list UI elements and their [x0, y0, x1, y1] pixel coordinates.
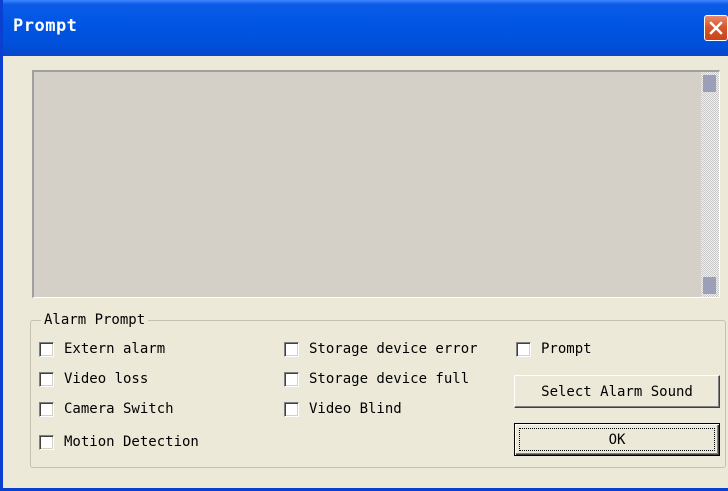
prompt-checkbox[interactable]	[516, 341, 531, 357]
select-alarm-sound-label: Select Alarm Sound	[541, 383, 693, 400]
checkbox-video-loss[interactable]: Video loss	[39, 371, 148, 387]
scroll-down-thumb[interactable]	[703, 277, 716, 294]
scroll-up-thumb[interactable]	[703, 75, 716, 92]
video-blind-checkbox[interactable]	[284, 401, 299, 417]
video-loss-label: Video loss	[64, 371, 149, 387]
alarm-prompt-group-label: Alarm Prompt	[41, 312, 149, 328]
checkbox-prompt[interactable]: Prompt	[516, 341, 592, 357]
select-alarm-sound-button[interactable]: Select Alarm Sound	[514, 375, 720, 408]
motion-detection-label: Motion Detection	[64, 434, 199, 450]
extern-alarm-checkbox[interactable]	[39, 341, 54, 357]
storage-device-full-checkbox[interactable]	[284, 371, 299, 387]
storage-device-full-label: Storage device full	[309, 371, 470, 387]
checkbox-video-blind[interactable]: Video Blind	[284, 401, 402, 417]
checkbox-storage-device-error[interactable]: Storage device error	[284, 341, 478, 357]
checkbox-extern-alarm[interactable]: Extern alarm	[39, 341, 165, 357]
ok-label: OK	[608, 431, 626, 448]
camera-switch-label: Camera Switch	[64, 401, 174, 417]
video-loss-checkbox[interactable]	[39, 371, 54, 387]
close-button[interactable]	[704, 15, 728, 41]
prompt-label: Prompt	[541, 341, 592, 357]
checkbox-storage-device-full[interactable]: Storage device full	[284, 371, 469, 387]
camera-switch-checkbox[interactable]	[39, 401, 54, 417]
ok-button[interactable]: OK	[514, 423, 720, 456]
checkbox-camera-switch[interactable]: Camera Switch	[39, 401, 174, 417]
close-icon	[709, 21, 723, 35]
title-bar[interactable]: Prompt	[3, 0, 728, 56]
storage-device-error-label: Storage device error	[309, 341, 478, 357]
prompt-dialog: Prompt Alarm Prompt Extern alarm Video l…	[0, 0, 728, 491]
window-title: Prompt	[13, 16, 78, 36]
video-blind-label: Video Blind	[309, 401, 402, 417]
motion-detection-checkbox[interactable]	[39, 434, 54, 450]
extern-alarm-label: Extern alarm	[64, 341, 166, 357]
alarm-log-list[interactable]	[32, 70, 720, 298]
storage-device-error-checkbox[interactable]	[284, 341, 299, 357]
vertical-scrollbar[interactable]	[701, 72, 719, 297]
checkbox-motion-detection[interactable]: Motion Detection	[39, 434, 199, 450]
